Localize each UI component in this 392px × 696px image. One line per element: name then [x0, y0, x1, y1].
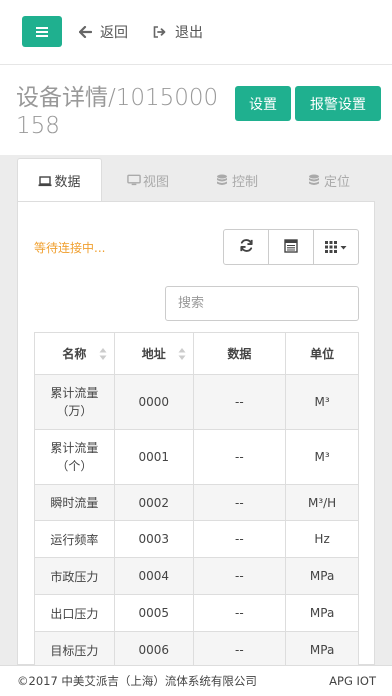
cell-unit: Hz	[285, 520, 359, 558]
cell-name: 累计流量（个）	[34, 429, 115, 485]
tab-location[interactable]: 定位	[283, 158, 375, 202]
table-header-row: 名称 地址 数据 单位	[34, 332, 359, 375]
tab-view-label: 视图	[142, 174, 169, 190]
cell-name: 市政压力	[34, 557, 115, 595]
tab-location-label: 定位	[323, 174, 350, 190]
refresh-button[interactable]	[224, 230, 269, 264]
cell-name: 运行频率	[34, 520, 115, 558]
column-header-address[interactable]: 地址	[113, 332, 194, 375]
menu-button[interactable]	[22, 16, 62, 47]
cell-unit: MPa	[285, 631, 359, 669]
table-row: 目标压力 0006 -- MPa	[34, 631, 359, 669]
copyright-text: ©2017 中美艾派吉（上海）流体系统有限公司	[17, 674, 257, 688]
column-header-address-label: 地址	[141, 347, 166, 361]
hamburger-icon	[36, 26, 48, 37]
cell-unit: MPa	[285, 594, 359, 632]
tab-data[interactable]: 数据	[17, 158, 102, 202]
cell-data: --	[192, 520, 287, 558]
header-divider	[0, 64, 392, 65]
list-icon	[284, 238, 298, 257]
column-header-unit: 单位	[285, 332, 359, 375]
cell-data: --	[192, 594, 287, 632]
cell-unit: M³/H	[285, 484, 359, 521]
cell-address: 0005	[113, 594, 194, 632]
top-bar: 返回 退出	[0, 0, 392, 64]
page-title: 设备详情/1015000158	[16, 85, 219, 139]
cell-data: --	[192, 374, 287, 430]
back-label: 返回	[100, 25, 128, 41]
table-toolbar	[223, 229, 359, 265]
laptop-icon	[38, 175, 52, 187]
monitor-icon	[127, 174, 141, 186]
footer: ©2017 中美艾派吉（上海）流体系统有限公司 APG IOT	[0, 665, 392, 696]
brand-text: APG IOT	[329, 674, 376, 688]
table-row: 累计流量（个） 0001 -- M³	[34, 429, 359, 485]
cell-address: 0006	[113, 631, 194, 669]
cell-name: 瞬时流量	[34, 484, 115, 521]
tab-control-label: 控制	[231, 174, 258, 190]
database-icon	[216, 174, 230, 186]
connection-status: 等待连接中...	[34, 241, 106, 255]
list-view-button[interactable]	[269, 230, 314, 264]
cell-address: 0002	[113, 484, 194, 521]
cell-name: 出口压力	[34, 594, 115, 632]
sign-out-icon	[153, 25, 167, 39]
grid-icon	[325, 238, 347, 257]
cell-data: --	[192, 631, 287, 669]
columns-dropdown-button[interactable]	[314, 230, 358, 264]
logout-link[interactable]: 退出	[153, 22, 203, 42]
logout-label: 退出	[175, 25, 203, 41]
table-row: 运行频率 0003 -- Hz	[34, 520, 359, 558]
data-table: 名称 地址 数据 单位 累计流量（万） 0000 -- M³ 累计流量（个） 0…	[34, 332, 359, 669]
cell-address: 0001	[113, 429, 194, 485]
table-row: 瞬时流量 0002 -- M³/H	[34, 484, 359, 521]
column-header-data: 数据	[192, 332, 287, 375]
tab-control[interactable]: 控制	[194, 158, 280, 202]
table-row: 出口压力 0005 -- MPa	[34, 594, 359, 632]
cell-unit: M³	[285, 374, 359, 430]
cell-data: --	[192, 484, 287, 521]
cell-unit: M³	[285, 429, 359, 485]
search-input[interactable]	[165, 286, 359, 321]
arrow-left-icon	[78, 25, 92, 39]
cell-data: --	[192, 429, 287, 485]
table-row: 市政压力 0004 -- MPa	[34, 557, 359, 595]
cell-address: 0003	[113, 520, 194, 558]
tab-view[interactable]: 视图	[105, 158, 191, 202]
column-header-name[interactable]: 名称	[34, 332, 115, 375]
content-area: 数据 视图 控制 定位 等待连接中... 搜索 名称 地址 数据 单位 累计流量…	[0, 155, 392, 669]
table-row: 累计流量（万） 0000 -- M³	[34, 374, 359, 430]
tab-data-label: 数据	[54, 175, 81, 190]
cell-address: 0004	[113, 557, 194, 595]
sort-icon	[99, 348, 107, 360]
sort-icon	[178, 348, 186, 360]
cell-name: 目标压力	[34, 631, 115, 669]
settings-button[interactable]: 设置	[235, 86, 291, 121]
cell-data: --	[192, 557, 287, 595]
cell-address: 0000	[113, 374, 194, 430]
column-header-name-label: 名称	[62, 347, 87, 361]
tab-bar: 数据 视图 控制 定位	[17, 158, 375, 202]
refresh-icon	[239, 238, 254, 257]
database-icon	[308, 174, 322, 186]
cell-unit: MPa	[285, 557, 359, 595]
alarm-settings-button[interactable]: 报警设置	[295, 86, 381, 121]
data-panel: 等待连接中... 搜索 名称 地址 数据 单位 累计流量（万） 0000 -- …	[17, 201, 375, 669]
back-link[interactable]: 返回	[78, 22, 128, 42]
cell-name: 累计流量（万）	[34, 374, 115, 430]
